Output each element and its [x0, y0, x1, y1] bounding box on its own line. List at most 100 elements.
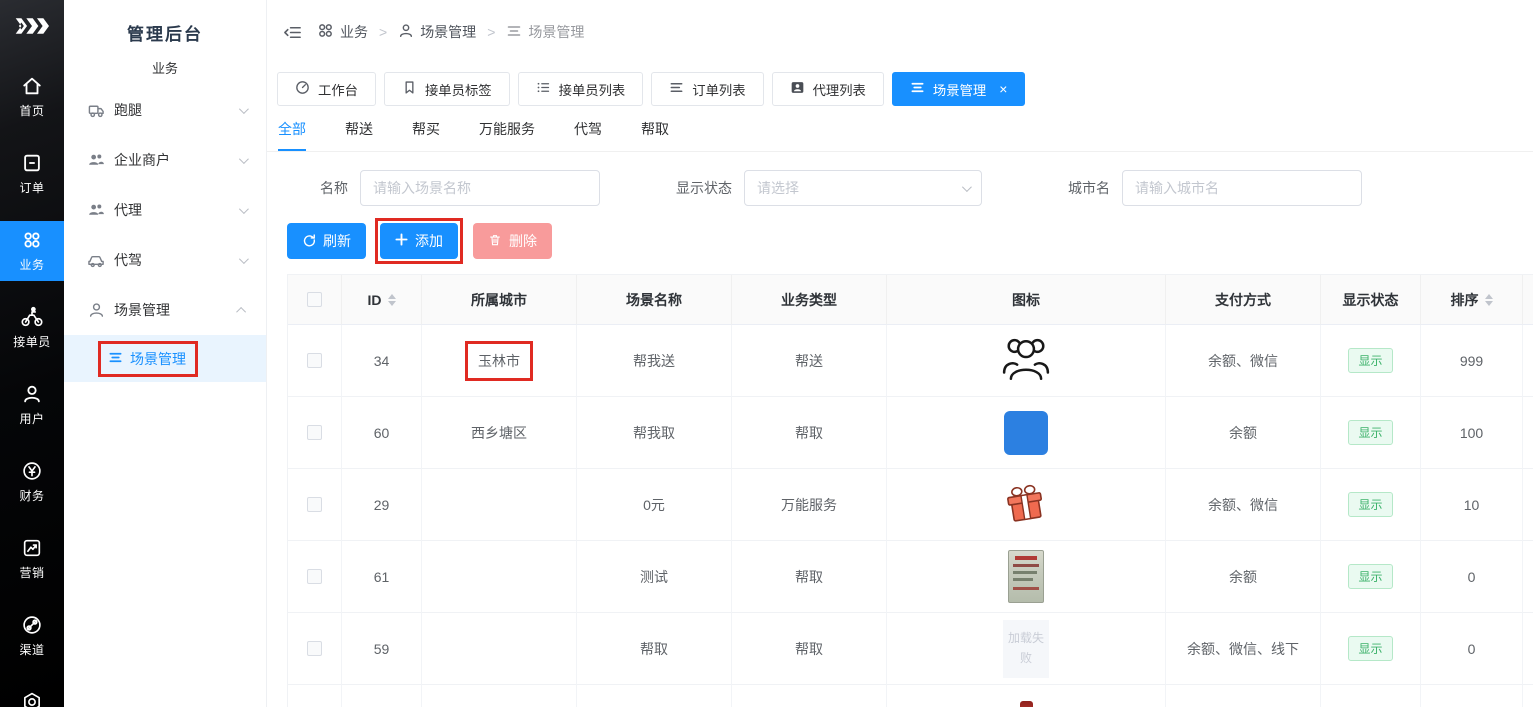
refresh-button[interactable]: 刷新	[287, 223, 366, 259]
cell-city	[422, 469, 577, 541]
breadcrumb-item-business[interactable]: 业务	[317, 22, 368, 42]
subtab-driving[interactable]: 代驾	[574, 119, 602, 151]
subtab-all[interactable]: 全部	[278, 119, 306, 151]
rail-item-couriers[interactable]: 接单员	[0, 298, 64, 358]
rail-item-label: 业务	[19, 256, 44, 273]
row-checkbox[interactable]	[307, 569, 322, 584]
cell-type: 帮送	[732, 325, 887, 397]
cell-pay: 余额、微信、线下	[1166, 613, 1321, 685]
tab-courier-list[interactable]: 接单员列表	[518, 72, 644, 106]
people-group-icon	[1001, 334, 1051, 387]
row-checkbox[interactable]	[307, 425, 322, 440]
sidebar-item-scene-management[interactable]: 场景管理	[64, 285, 266, 335]
row-checkbox[interactable]	[307, 353, 322, 368]
row-checkbox[interactable]	[307, 497, 322, 512]
tab-scene-management[interactable]: 场景管理 ×	[892, 72, 1026, 106]
cell-type: 帮取	[732, 541, 887, 613]
add-button[interactable]: 添加	[380, 223, 458, 259]
sidebar-menu: 跑腿 企业商户 代理 代驾 场景管理	[64, 85, 266, 382]
city-name-input[interactable]	[1122, 170, 1362, 206]
select-all-checkbox[interactable]	[307, 292, 322, 307]
rail-item-users[interactable]: 用户	[0, 375, 64, 435]
chevron-down-icon	[239, 204, 249, 214]
rail-item-orders[interactable]: 订单	[0, 144, 64, 204]
breadcrumb-label: 场景管理	[420, 22, 476, 42]
subtab-pickup[interactable]: 帮取	[641, 119, 669, 151]
tab-label: 场景管理	[933, 80, 986, 99]
close-tab-icon[interactable]: ×	[999, 82, 1007, 96]
red-item-partial-icon	[1020, 701, 1033, 707]
icon-rail: 首页 订单 业务 接单员 用户 财务 营销 渠道	[0, 0, 64, 707]
table-header-row: ID 所属城市 场景名称 业务类型 图标 支付方式 显示状态 排序	[287, 274, 1533, 325]
cell-type: 帮取	[732, 397, 887, 469]
dashboard-icon	[295, 80, 310, 98]
chevron-down-icon	[239, 154, 249, 164]
business-grid-icon	[21, 229, 43, 251]
subtab-buy[interactable]: 帮买	[412, 119, 440, 151]
column-header-id: ID	[368, 292, 382, 308]
rail-item-home[interactable]: 首页	[0, 67, 64, 127]
cell-city	[422, 541, 577, 613]
cell-name: 帮取	[577, 613, 732, 685]
tab-agent-list[interactable]: 代理列表	[772, 72, 884, 106]
refresh-icon	[302, 233, 316, 250]
chevron-down-icon	[239, 104, 249, 114]
cell-id: 34	[342, 325, 422, 397]
collapse-sidebar-icon[interactable]	[283, 23, 302, 42]
cell-sort: 100	[1421, 397, 1523, 469]
breadcrumb-separator: >	[487, 24, 495, 40]
tab-label: 代理列表	[813, 80, 866, 99]
table-row	[287, 685, 1533, 707]
subtab-universal[interactable]: 万能服务	[479, 119, 535, 151]
rail-item-business[interactable]: 业务	[0, 221, 64, 281]
sidebar-subitem-scene-management[interactable]: 场景管理	[64, 335, 266, 382]
sidebar-item-merchants[interactable]: 企业商户	[64, 135, 266, 185]
cell-sort: 0	[1421, 613, 1523, 685]
cell-type: 万能服务	[732, 469, 887, 541]
scenes-table: ID 所属城市 场景名称 业务类型 图标 支付方式 显示状态 排序 34 玉林市…	[287, 274, 1533, 707]
column-header-status: 显示状态	[1343, 290, 1399, 310]
subtab-deliver[interactable]: 帮送	[345, 119, 373, 151]
rail-item-channels[interactable]: 渠道	[0, 606, 64, 666]
courier-bike-icon	[20, 306, 44, 328]
rail-item-marketing[interactable]: 营销	[0, 529, 64, 589]
rail-item-label: 用户	[19, 410, 44, 427]
display-status-select[interactable]: 请选择	[744, 170, 982, 206]
table-row: 34 玉林市 帮我送 帮送 余额、微信 显示 999	[287, 325, 1533, 397]
sidebar-item-agents[interactable]: 代理	[64, 185, 266, 235]
cell-id: 29	[342, 469, 422, 541]
scene-name-input[interactable]	[360, 170, 600, 206]
cell-sort: 10	[1421, 469, 1523, 541]
tab-label: 接单员标签	[425, 80, 492, 99]
table-row: 61 测试 帮取 余额 显示 0	[287, 541, 1533, 613]
rail-item-settings[interactable]: 设置	[0, 683, 64, 707]
truck-icon	[88, 102, 105, 119]
tab-order-list[interactable]: 订单列表	[651, 72, 763, 106]
breadcrumb-item-current: 场景管理	[506, 22, 584, 42]
grid-icon	[317, 22, 334, 42]
sidebar-subitem-label: 场景管理	[130, 349, 186, 369]
home-icon	[21, 75, 43, 97]
id-card-icon	[790, 80, 805, 98]
sidebar-item-driving[interactable]: 代驾	[64, 235, 266, 285]
sort-icon[interactable]	[1485, 294, 1493, 306]
sidebar-item-label: 代理	[114, 200, 239, 220]
cell-pay: 余额	[1166, 541, 1321, 613]
delete-button[interactable]: 删除	[473, 223, 552, 259]
sort-icon[interactable]	[388, 294, 396, 306]
sidebar-item-errands[interactable]: 跑腿	[64, 85, 266, 135]
delete-label: 删除	[509, 231, 537, 251]
table-row: 59 帮取 帮取 加载失败 余额、微信、线下 显示 0	[287, 613, 1533, 685]
car-icon	[88, 252, 105, 269]
list-lines-icon	[910, 80, 925, 98]
status-filter-label: 显示状态	[676, 178, 732, 198]
app-logo[interactable]	[15, 15, 49, 40]
table-toolbar: 刷新 添加 删除	[287, 218, 1533, 264]
rail-item-finance[interactable]: 财务	[0, 452, 64, 512]
cell-name: 测试	[577, 541, 732, 613]
rail-item-label: 订单	[19, 179, 44, 196]
tab-workbench[interactable]: 工作台	[277, 72, 376, 106]
breadcrumb-item-scene-management[interactable]: 场景管理	[398, 22, 476, 42]
row-checkbox[interactable]	[307, 641, 322, 656]
tab-courier-tags[interactable]: 接单员标签	[384, 72, 510, 106]
